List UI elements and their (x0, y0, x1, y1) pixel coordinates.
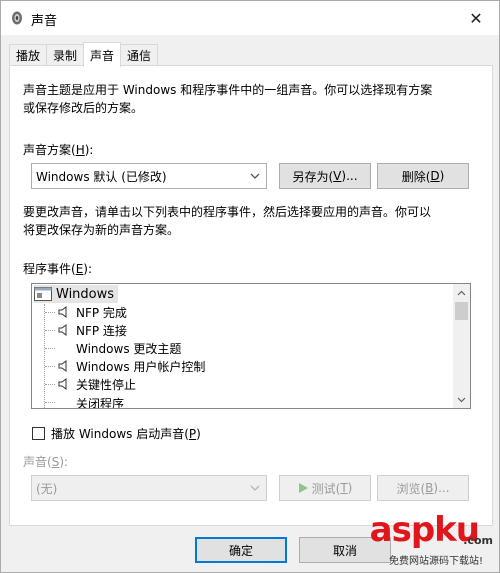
chevron-up-icon (457, 290, 466, 295)
change-line-2: 将更改保存为新的声音方案。 (23, 223, 180, 237)
watermark-tagline: 免费网站源码下载站! (388, 556, 483, 567)
tree-event-item[interactable]: NFP 连接 (58, 321, 127, 339)
speaker-icon (58, 306, 67, 318)
intro-line-2: 或保存修改后的方案。 (23, 101, 144, 115)
tree-event-item[interactable]: Windows 更改主题 (76, 339, 181, 357)
speaker-icon (58, 360, 67, 372)
chevron-down-icon (457, 397, 466, 402)
ok-button[interactable]: 确定 (195, 537, 287, 563)
scheme-label: 声音方案(H): (23, 143, 94, 157)
tree-node-windows[interactable]: Windows (34, 285, 119, 303)
tab-recording[interactable]: 录制 (46, 44, 85, 66)
program-events-tree[interactable]: Windows NFP 完成 NFP 连接 Windows 更改主题 Windo… (31, 283, 471, 409)
tree-connector (44, 304, 45, 408)
play-icon (298, 483, 308, 493)
chevron-down-icon (250, 485, 260, 491)
intro-text: 声音主题是应用于 Windows 和程序事件中的一组声音。你可以选择现有方案 或… (23, 81, 473, 117)
scroll-up-button[interactable] (453, 284, 470, 301)
test-button[interactable]: 测试(T) (279, 475, 371, 501)
sound-scheme-value: Windows 默认 (已修改) (36, 169, 167, 184)
change-line-1: 要更改声音，请单击以下列表中的程序事件，然后选择要应用的声音。你可以 (23, 205, 432, 219)
speaker-icon (58, 324, 67, 336)
tab-communications[interactable]: 通信 (120, 44, 159, 66)
speaker-app-icon (12, 11, 22, 25)
sound-dialog: 声音 ✕ 播放 录制 声音 通信 声音主题是应用于 Windows 和程序事件中… (0, 0, 500, 573)
speaker-icon (58, 378, 67, 390)
window-title: 声音 (31, 14, 58, 29)
scroll-thumb[interactable] (455, 302, 468, 320)
change-instructions: 要更改声音，请单击以下列表中的程序事件，然后选择要应用的声音。你可以 将更改保存… (23, 203, 473, 239)
sound-select-value: (无) (36, 481, 58, 496)
tree-event-item[interactable]: NFP 完成 (58, 303, 127, 321)
startup-sound-checkbox[interactable] (32, 427, 45, 440)
tree-event-item[interactable]: 关闭程序 (76, 394, 124, 409)
startup-sound-label[interactable]: 播放 Windows 启动声音(P) (51, 425, 201, 442)
scroll-down-button[interactable] (453, 391, 470, 408)
window-icon (34, 287, 52, 301)
sound-scheme-select[interactable]: Windows 默认 (已修改) (31, 163, 267, 189)
tree-scrollbar[interactable] (453, 284, 470, 408)
tree-event-item[interactable]: Windows 用户帐户控制 (58, 357, 205, 375)
browse-button[interactable]: 浏览(B)... (377, 475, 469, 501)
program-events-label: 程序事件(E): (23, 262, 93, 276)
close-button[interactable]: ✕ (461, 5, 491, 31)
tree-event-item[interactable]: 关键性停止 (58, 375, 136, 393)
tab-playback[interactable]: 播放 (9, 44, 48, 66)
close-icon: ✕ (469, 8, 483, 28)
tab-strip: 播放 录制 声音 通信 (9, 42, 159, 67)
chevron-down-icon (250, 173, 260, 179)
save-as-button[interactable]: 另存为(V)... (279, 163, 371, 189)
watermark-suffix: .com (463, 534, 493, 547)
intro-line-1: 声音主题是应用于 Windows 和程序事件中的一组声音。你可以选择现有方案 (23, 83, 433, 97)
tab-sounds[interactable]: 声音 (83, 42, 122, 67)
watermark-logo: aspku .com 免费网站源码下载站! (313, 508, 493, 568)
delete-button[interactable]: 删除(D) (377, 163, 469, 189)
sound-label: 声音(S): (23, 455, 69, 469)
title-bar[interactable]: 声音 ✕ (1, 1, 499, 35)
sound-select[interactable]: (无) (31, 475, 267, 501)
